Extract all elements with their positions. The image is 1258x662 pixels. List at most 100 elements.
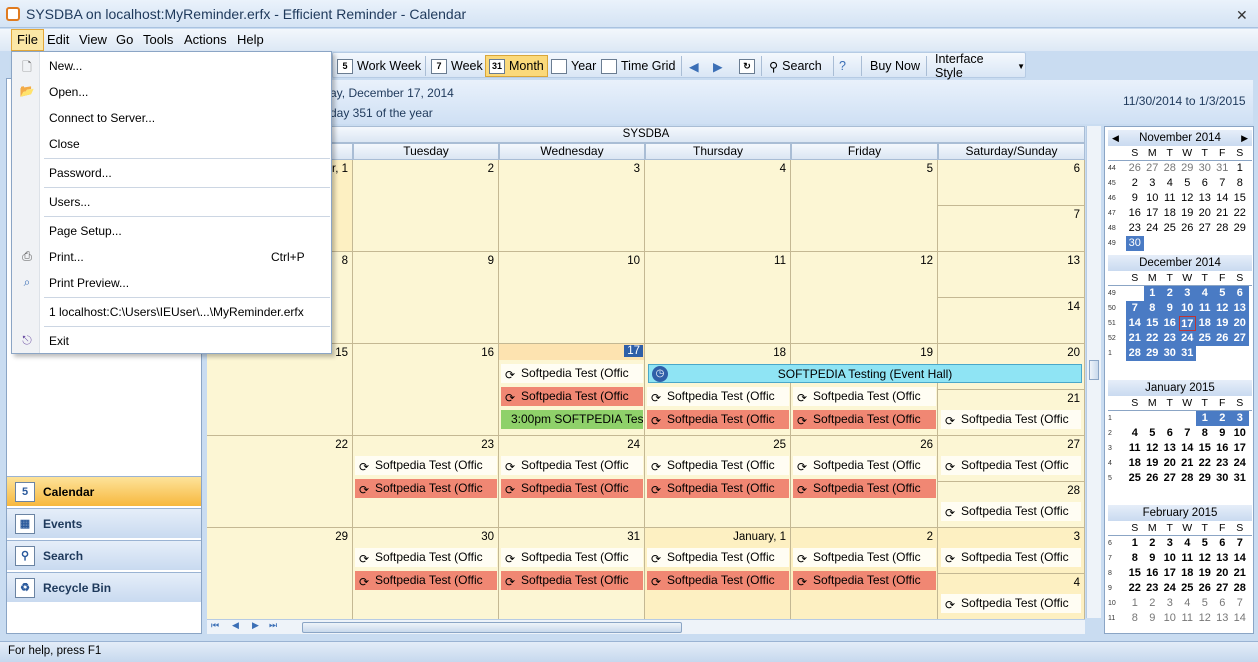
nav-events[interactable]: ▦ Events (7, 508, 201, 538)
prev-month-icon[interactable]: ◀ (1112, 130, 1119, 146)
mini-day[interactable]: 22 (1126, 581, 1144, 596)
mini-day[interactable]: 12 (1196, 551, 1214, 566)
day-cell[interactable]: 28 ⟳ Softpedia Test (Offic (938, 482, 1085, 528)
mini-day[interactable]: 2 (1126, 176, 1144, 191)
menu-print-preview[interactable]: Print Preview... (49, 276, 129, 290)
mini-day[interactable]: 27 (1196, 221, 1214, 236)
mini-day[interactable]: 7 (1126, 301, 1144, 316)
mini-day[interactable]: 30 (1196, 161, 1214, 176)
event-item[interactable]: ⟳ Softpedia Test (Offic (355, 548, 497, 567)
event-item[interactable]: ⟳ Softpedia Test (Offic (941, 594, 1081, 613)
mini-day[interactable]: 13 (1231, 301, 1249, 316)
nav-calendar[interactable]: 5 Calendar (7, 476, 201, 506)
mini-day[interactable]: 22 (1196, 456, 1214, 471)
mini-day[interactable]: 2 (1213, 411, 1231, 426)
mini-day[interactable]: 2 (1161, 286, 1179, 301)
mini-day[interactable]: 1 (1231, 161, 1249, 176)
mini-day[interactable]: 26 (1196, 581, 1214, 596)
search-button[interactable]: ⚲ Search (769, 57, 822, 75)
day-cell[interactable]: 10 (499, 252, 645, 344)
prev-icon[interactable]: ◀ (232, 620, 239, 631)
event-item[interactable]: ⟳ Softpedia Test (Offic (647, 548, 789, 567)
mini-day[interactable] (1161, 236, 1179, 251)
mini-day[interactable]: 9 (1144, 611, 1162, 626)
day-cell[interactable]: 4 (645, 160, 791, 252)
mini-day[interactable]: 8 (1231, 176, 1249, 191)
mini-day[interactable]: 9 (1161, 301, 1179, 316)
mini-day[interactable]: 10 (1161, 611, 1179, 626)
mini-day[interactable]: 7 (1214, 176, 1232, 191)
mini-day[interactable]: 17 (1144, 206, 1162, 221)
event-item[interactable]: ⟳ Softpedia Test (Offic (793, 571, 936, 590)
day-cell[interactable]: 4 ⟳ Softpedia Test (Offic (938, 574, 1085, 620)
mini-day[interactable]: 15 (1196, 441, 1214, 456)
event-item[interactable]: ⟳ Softpedia Test (Offic (647, 387, 789, 406)
mini-day[interactable]: 29 (1179, 161, 1197, 176)
close-icon[interactable]: ✕ (1236, 7, 1248, 24)
mini-day[interactable]: 30 (1214, 471, 1232, 486)
mini-day[interactable]: 13 (1196, 191, 1214, 206)
menu-users[interactable]: Users... (49, 195, 90, 209)
last-icon[interactable]: ⏭ (269, 620, 277, 631)
event-item[interactable]: ⟳ Softpedia Test (Offic (941, 548, 1081, 567)
mini-day[interactable]: 9 (1126, 191, 1144, 206)
mini-day[interactable]: 21 (1126, 331, 1144, 346)
event-item-multiday[interactable]: ◷ SOFTPEDIA Testing (Event Hall) (648, 364, 1082, 383)
horizontal-scrollbar[interactable]: ⏮ ◀ ▶ ⏭ (207, 619, 1085, 634)
menu-go[interactable]: Go (116, 32, 133, 47)
menu-open[interactable]: Open... (49, 85, 88, 99)
mini-day[interactable]: 22 (1143, 331, 1161, 346)
mini-day[interactable]: 25 (1196, 331, 1214, 346)
day-cell[interactable]: 11 (645, 252, 791, 344)
mini-day[interactable]: 13 (1161, 441, 1179, 456)
mini-day[interactable]: 14 (1179, 441, 1197, 456)
mini-day[interactable]: 20 (1231, 316, 1249, 331)
mini-day[interactable]: 3 (1144, 176, 1162, 191)
mini-day[interactable]: 19 (1144, 456, 1162, 471)
mini-day[interactable]: 4 (1179, 596, 1197, 611)
event-item[interactable]: 3:00pm SOFTPEDIA Test (E (501, 410, 643, 429)
event-item[interactable]: ⟳ Softpedia Test (Offic (501, 571, 643, 590)
mini-day[interactable]: 2 (1144, 596, 1162, 611)
mini-day[interactable]: 25 (1161, 221, 1179, 236)
mini-day[interactable]: 6 (1214, 596, 1232, 611)
first-icon[interactable]: ⏮ (211, 620, 219, 631)
mini-day[interactable]: 23 (1144, 581, 1162, 596)
mini-day[interactable]: 29 (1231, 221, 1249, 236)
mini-day[interactable]: 6 (1196, 176, 1214, 191)
mini-day[interactable]: 25 (1179, 581, 1197, 596)
mini-day[interactable]: 26 (1213, 331, 1231, 346)
mini-day[interactable]: 27 (1214, 581, 1232, 596)
menu-page-setup[interactable]: Page Setup... (49, 224, 122, 238)
mini-day[interactable]: 3 (1178, 286, 1196, 301)
mini-day[interactable]: 13 (1214, 551, 1232, 566)
mini-day[interactable]: 23 (1126, 221, 1144, 236)
mini-day[interactable]: 19 (1213, 316, 1231, 331)
mini-day[interactable]: 8 (1126, 611, 1144, 626)
event-item[interactable]: ⟳ Softpedia Test (Offic (793, 387, 936, 406)
event-item[interactable]: ⟳ Softpedia Test (Offic (941, 410, 1081, 429)
day-cell[interactable]: 3 (499, 160, 645, 252)
mini-day[interactable]: 4 (1126, 426, 1144, 441)
next-arrow-icon[interactable]: ▶ (713, 57, 723, 75)
mini-day[interactable]: 30 (1161, 346, 1179, 361)
event-item[interactable]: ⟳ Softpedia Test (Offic (793, 456, 936, 475)
day-cell[interactable]: 15 (207, 344, 353, 436)
mini-day[interactable]: 10 (1231, 426, 1249, 441)
nav-search[interactable]: ⚲ Search (7, 540, 201, 570)
mini-day[interactable]: 28 (1214, 221, 1232, 236)
menu-connect[interactable]: Connect to Server... (49, 111, 155, 125)
vertical-scrollbar[interactable] (1086, 126, 1101, 618)
event-item[interactable]: ⟳ Softpedia Test (Offic (793, 479, 936, 498)
event-item[interactable]: ⟳ Softpedia Test (Offic (501, 364, 643, 383)
event-item[interactable]: ⟳ Softpedia Test (Offic (355, 571, 497, 590)
scroll-thumb[interactable] (302, 622, 682, 633)
mini-day[interactable]: 28 (1231, 581, 1249, 596)
mini-day[interactable]: 9 (1144, 551, 1162, 566)
day-cell[interactable]: 2 (353, 160, 499, 252)
mini-day[interactable]: 4 (1179, 536, 1197, 551)
mini-day[interactable]: 6 (1214, 536, 1232, 551)
mini-day[interactable]: 19 (1179, 206, 1197, 221)
menu-exit[interactable]: Exit (49, 334, 69, 348)
mini-day[interactable]: 23 (1214, 456, 1232, 471)
